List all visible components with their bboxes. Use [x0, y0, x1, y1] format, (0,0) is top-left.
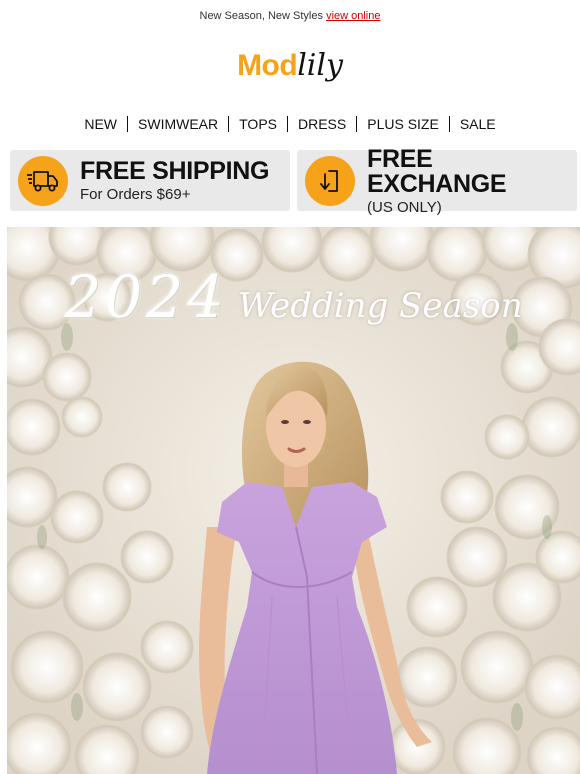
logo-part-mod: Mod	[237, 49, 298, 82]
delivery-truck-icon	[18, 155, 68, 206]
free-exchange-banner[interactable]: FREE EXCHANGE (US ONLY)	[297, 144, 577, 215]
hero-year: 2024	[64, 263, 228, 331]
nav-item-swimwear[interactable]: SWIMWEAR	[128, 116, 228, 132]
hero-banner[interactable]: 2024 Wedding Season	[7, 227, 580, 774]
free-shipping-title: FREE SHIPPING	[80, 157, 270, 185]
preheader-text: New Season, New Styles	[199, 10, 327, 22]
preheader: New Season, New Styles view online	[0, 10, 580, 22]
free-exchange-title: FREE EXCHANGE	[367, 144, 507, 198]
main-nav: NEW SWIMWEAR TOPS DRESS PLUS SIZE SALE	[0, 116, 580, 132]
benefits-bar: FREE SHIPPING For Orders $69+ FREE EXCHA…	[10, 144, 577, 215]
free-shipping-banner[interactable]: FREE SHIPPING For Orders $69+	[10, 150, 290, 211]
nav-item-new[interactable]: NEW	[74, 116, 127, 132]
logo-part-lily: lily	[297, 48, 343, 83]
exchange-arrow-icon	[305, 155, 355, 206]
nav-item-dress[interactable]: DRESS	[288, 116, 356, 132]
hero-script-title: Wedding Season	[237, 286, 523, 326]
free-exchange-subtitle: (US ONLY)	[367, 198, 442, 216]
brand-logo[interactable]: Modlily	[0, 48, 580, 98]
hero-headline: 2024 Wedding Season	[7, 263, 580, 331]
nav-item-sale[interactable]: SALE	[450, 116, 506, 132]
nav-item-tops[interactable]: TOPS	[229, 116, 287, 132]
view-online-link[interactable]: view online	[326, 10, 380, 22]
nav-item-plus-size[interactable]: PLUS SIZE	[357, 116, 449, 132]
free-shipping-subtitle: For Orders $69+	[80, 186, 191, 203]
